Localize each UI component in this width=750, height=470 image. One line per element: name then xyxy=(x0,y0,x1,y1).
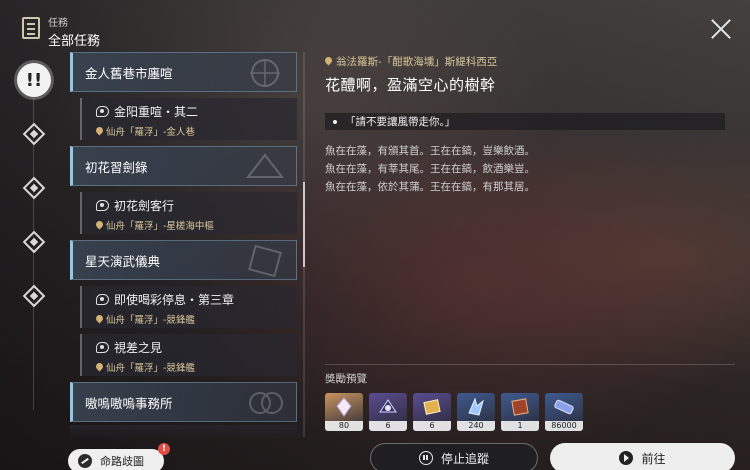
stop-tracking-label: 停止追蹤 xyxy=(440,451,489,466)
quest-book-icon xyxy=(22,17,40,39)
quest-objective: 「請不要讓風帶走你。」 xyxy=(325,113,725,130)
group-art-icon xyxy=(249,392,283,414)
reward-item[interactable]: 6 xyxy=(413,393,451,431)
category-rail: !! xyxy=(14,60,54,410)
quest-location: 仙舟「羅浮」-星槎海中樞 xyxy=(106,221,214,232)
reward-count: 86000 xyxy=(545,421,583,431)
reward-item[interactable]: 1 xyxy=(501,393,539,431)
quest-group-header[interactable]: 金人舊巷市廛喧 xyxy=(70,52,297,92)
rewards-label: 獎勵預覽 xyxy=(325,373,367,385)
pause-icon xyxy=(418,451,433,465)
reward-count: 6 xyxy=(369,421,407,431)
quest-description: 魚在在藻，有頒其首。王在在鎬，豈樂飲酒。 魚在在藻，有莘其尾。王在在鎬，飲酒樂豈… xyxy=(325,142,730,196)
page-title: 全部任務 xyxy=(48,34,101,49)
crystal-shard-icon xyxy=(336,397,352,417)
description-line: 魚在在藻，有莘其尾。王在在鎬，飲酒樂豈。 xyxy=(325,163,535,175)
description-line: 魚在在藻，依於其蒲。王在在鎬，有那其居。 xyxy=(325,181,535,193)
category-4[interactable] xyxy=(14,222,54,262)
group-title: 星天演武儀典 xyxy=(85,253,161,269)
quest-list[interactable]: 金人舊巷市廛喧 金阳重喧・其二 仙舟「羅浮」-金人巷 初花習劍錄 初花劍客行 仙… xyxy=(70,52,297,437)
list-fade xyxy=(70,425,297,439)
rewards-divider xyxy=(325,364,735,365)
quest-type-icon xyxy=(96,342,109,353)
reward-item[interactable]: 86000 xyxy=(545,393,583,431)
quest-location: 仙舟「羅浮」-競鋒艦 xyxy=(106,315,195,326)
quest-type-icon xyxy=(96,200,109,211)
exp-material-icon xyxy=(468,397,484,416)
detail-location: 翁法羅斯-「酣歌海壎」斯緹科西亞 xyxy=(325,54,730,69)
quest-item[interactable]: 視差之見 仙舟「羅浮」-競鋒艦 xyxy=(80,334,297,376)
reward-count: 80 xyxy=(325,421,363,431)
scrollbar-thumb[interactable] xyxy=(303,182,305,267)
location-pin-icon xyxy=(325,57,332,66)
reward-count: 1 xyxy=(501,421,539,431)
category-3[interactable] xyxy=(14,168,54,208)
detail-title: 花醴啊，盈滿空心的樹幹 xyxy=(325,76,496,94)
quest-title: 即使喝彩停息・第三章 xyxy=(114,293,235,307)
navigate-icon xyxy=(619,451,634,465)
quest-item[interactable]: 金阳重喧・其二 仙舟「羅浮」-金人巷 xyxy=(80,98,297,140)
constellation-button-label: 命路歧圖 xyxy=(100,455,144,468)
group-title: 金人舊巷市廛喧 xyxy=(85,65,173,81)
stop-tracking-button[interactable]: 停止追蹤 xyxy=(370,443,538,470)
constellation-map-button[interactable]: 命路歧圖 ! xyxy=(68,443,170,470)
notification-badge: ! xyxy=(158,443,170,455)
credit-chip-icon xyxy=(379,399,397,413)
group-art-icon xyxy=(245,153,285,178)
reward-items: 80 6 6 240 1 86000 xyxy=(325,393,735,431)
exclamation-icon: !! xyxy=(17,63,51,97)
quest-title: 初花劍客行 xyxy=(114,199,175,213)
group-art-icon xyxy=(250,59,280,87)
category-5[interactable] xyxy=(14,276,54,316)
book-icon xyxy=(511,398,529,416)
detail-location-text: 翁法羅斯-「酣歌海壎」斯緹科西亞 xyxy=(336,56,498,68)
diamond-icon xyxy=(22,230,46,254)
quest-group-header[interactable]: 初花習劍錄 xyxy=(70,146,297,186)
location-pin-icon xyxy=(96,315,103,324)
quest-title: 金阳重喧・其二 xyxy=(114,105,199,119)
quest-list-scrollbar[interactable] xyxy=(303,52,305,437)
reward-count: 240 xyxy=(457,421,495,431)
location-pin-icon xyxy=(96,127,103,136)
category-2[interactable] xyxy=(14,114,54,154)
rewards-preview: 獎勵預覽 80 6 6 240 1 86000 xyxy=(325,364,735,431)
objective-text: 「請不要讓風帶走你。」 xyxy=(345,116,456,128)
reward-item[interactable]: 240 xyxy=(457,393,495,431)
quest-title: 視差之見 xyxy=(114,341,163,355)
bullet-icon xyxy=(333,119,337,124)
quest-type-icon xyxy=(96,294,109,305)
leaf-icon xyxy=(78,454,92,468)
location-pin-icon xyxy=(96,363,103,372)
go-button[interactable]: 前往 xyxy=(550,443,735,470)
quest-type-icon xyxy=(96,106,109,117)
quest-group-header[interactable]: 嗷嗚嗷嗚事務所 xyxy=(70,382,297,422)
reward-count: 6 xyxy=(413,421,451,431)
quest-location: 仙舟「羅浮」-競鋒艦 xyxy=(106,363,195,374)
material-box-icon xyxy=(423,399,441,415)
quest-item[interactable]: 初花劍客行 仙舟「羅浮」-星槎海中樞 xyxy=(80,192,297,234)
page-header: 任務 全部任務 xyxy=(22,14,100,49)
group-title: 初花習劍錄 xyxy=(85,159,148,175)
diamond-icon xyxy=(22,122,46,146)
quest-group-header[interactable]: 星天演武儀典 xyxy=(70,240,297,280)
credit-icon xyxy=(554,399,574,415)
group-art-icon xyxy=(248,245,282,277)
header-subtitle: 任務 xyxy=(48,18,68,29)
diamond-icon xyxy=(22,176,46,200)
diamond-icon xyxy=(22,284,46,308)
quest-detail: 翁法羅斯-「酣歌海壎」斯緹科西亞 花醴啊，盈滿空心的樹幹 「請不要讓風帶走你。」… xyxy=(325,54,730,196)
close-icon[interactable] xyxy=(710,18,732,40)
category-all[interactable]: !! xyxy=(14,60,54,100)
quest-location: 仙舟「羅浮」-金人巷 xyxy=(106,127,195,138)
group-title: 嗷嗚嗷嗚事務所 xyxy=(85,395,173,411)
reward-item[interactable]: 80 xyxy=(325,393,363,431)
reward-item[interactable]: 6 xyxy=(369,393,407,431)
quest-item[interactable]: 即使喝彩停息・第三章 仙舟「羅浮」-競鋒艦 xyxy=(80,286,297,328)
description-line: 魚在在藻，有頒其首。王在在鎬，豈樂飲酒。 xyxy=(325,145,535,157)
go-label: 前往 xyxy=(641,451,666,466)
location-pin-icon xyxy=(96,221,103,230)
